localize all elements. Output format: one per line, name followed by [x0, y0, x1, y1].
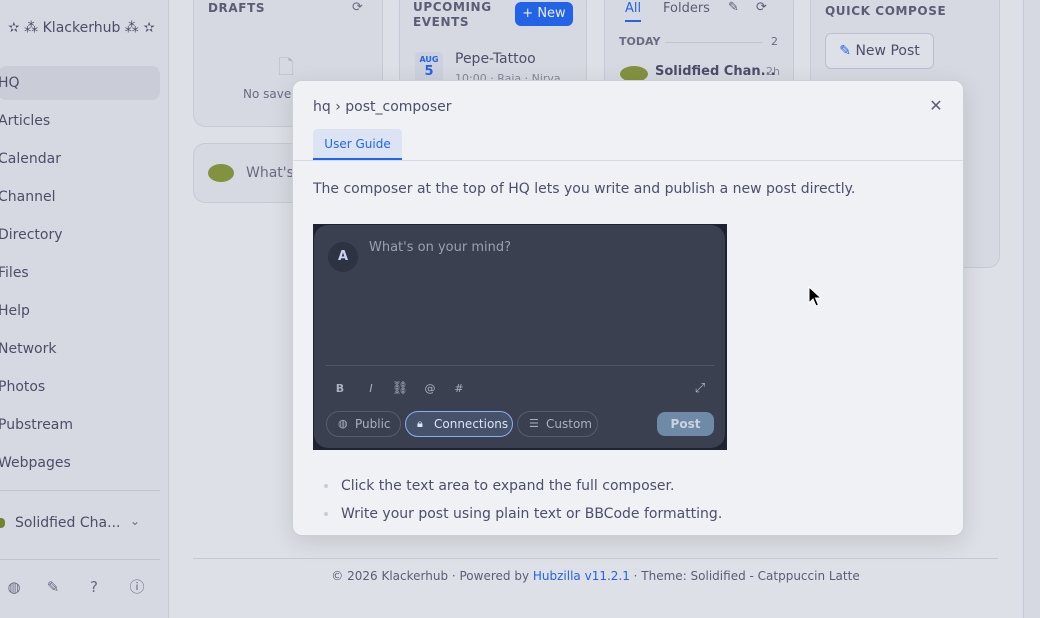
help-modal: hq › post_composer ✕ User Guide The comp… [292, 80, 964, 536]
list-item-text: Click the text area to expand the full c… [341, 478, 675, 494]
modal-intro-text: The composer at the top of HQ lets you w… [313, 181, 856, 197]
visibility-connections-pill: 🔒︎ Connections [405, 411, 513, 437]
bullet-dot [324, 484, 328, 488]
globe-icon: ◍ [338, 417, 348, 430]
italic-icon: I [369, 382, 373, 395]
close-icon[interactable]: ✕ [927, 97, 945, 115]
bullet-dot [324, 512, 328, 516]
composer-placeholder: What's on your mind? [369, 240, 511, 255]
composer-preview-image: A What's on your mind? B I ⛓ @ # ⤢ ◍ Publ… [313, 224, 727, 450]
tab-user-guide[interactable]: User Guide [313, 129, 402, 160]
list-item-text: Write your post using plain text or BBCo… [341, 506, 723, 522]
visibility-public-pill: ◍ Public [326, 411, 401, 437]
post-button: Post [657, 412, 714, 436]
composer-divider [326, 365, 714, 366]
lock-icon: 🔒︎ [417, 417, 423, 430]
composer-preview-card: A What's on your mind? B I ⛓ @ # ⤢ ◍ Publ… [314, 225, 725, 448]
link-icon: ⛓ [391, 381, 409, 396]
bold-icon: B [335, 382, 345, 395]
avatar: A [328, 242, 358, 272]
modal-title: hq › post_composer [313, 99, 452, 115]
modal-tab-divider [293, 160, 963, 161]
visibility-custom-pill: ☰ Custom [517, 411, 598, 437]
visibility-label: Connections [434, 417, 509, 431]
mouse-cursor-icon [808, 286, 823, 307]
mention-icon: @ [424, 382, 436, 395]
sliders-icon: ☰ [529, 417, 539, 430]
visibility-label: Custom [546, 417, 592, 431]
visibility-label: Public [355, 417, 391, 431]
hashtag-icon: # [454, 382, 464, 395]
expand-icon: ⤢ [694, 381, 706, 396]
